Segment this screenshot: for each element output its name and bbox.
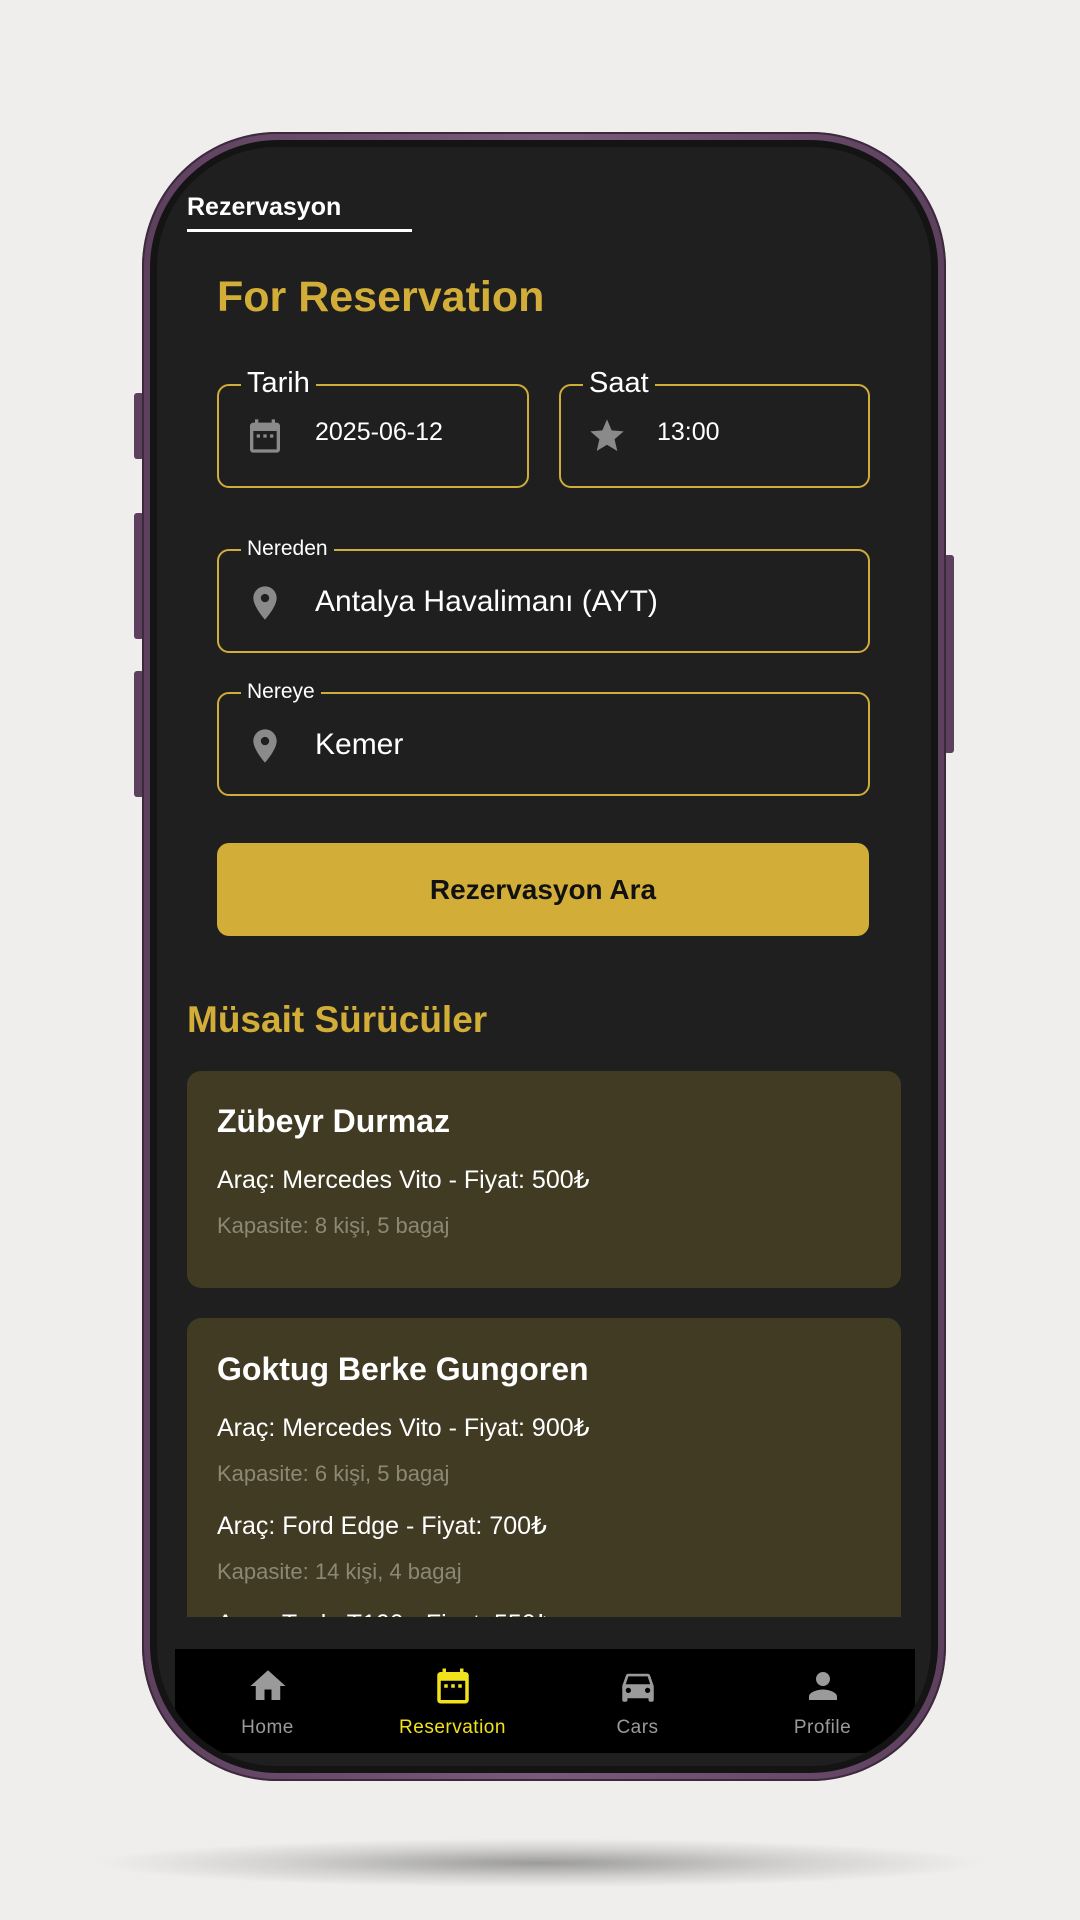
location-pin-icon	[253, 586, 277, 620]
drivers-list[interactable]: Zübeyr Durmaz Araç: Mercedes Vito - Fiya…	[187, 1071, 901, 1617]
search-reservation-button[interactable]: Rezervasyon Ara	[217, 843, 869, 936]
tab-rezervasyon[interactable]: Rezervasyon	[187, 193, 341, 222]
vehicle-line: Araç: Tesla T100 - Fiyat: 550₺	[217, 1609, 552, 1617]
time-field-value: 13:00	[657, 418, 720, 446]
date-field-label: Tarih	[241, 366, 316, 400]
nav-cars-label: Cars	[616, 1717, 659, 1738]
vehicle-capacity: Kapasite: 8 kişi, 5 bagaj	[217, 1213, 450, 1238]
home-icon	[250, 1670, 285, 1700]
date-field[interactable]: Tarih 2025-06-12	[217, 366, 529, 488]
to-field-label: Nereye	[241, 679, 321, 705]
bottom-navigation: Home Reservation Cars Profile	[175, 1649, 915, 1753]
nav-profile-label: Profile	[793, 1717, 852, 1738]
calendar-icon	[436, 1668, 469, 1704]
person-icon	[808, 1672, 837, 1700]
nav-reservation-label: Reservation	[399, 1717, 506, 1738]
location-pin-icon	[253, 729, 277, 763]
car-icon	[621, 1673, 654, 1702]
device-shadow	[90, 1838, 990, 1888]
page-title: For Reservation	[217, 273, 545, 321]
nav-cars[interactable]: Cars	[545, 1649, 730, 1753]
time-field[interactable]: Saat 13:00	[559, 366, 870, 488]
driver-name: Goktug Berke Gungoren	[217, 1351, 589, 1387]
vehicle-line: Araç: Mercedes Vito - Fiyat: 900₺	[217, 1414, 590, 1442]
from-field-label: Nereden	[241, 536, 334, 562]
star-icon	[590, 419, 624, 451]
nav-profile[interactable]: Profile	[730, 1649, 915, 1753]
phone-screen: Rezervasyon For Reservation Tarih 2025-0…	[157, 147, 931, 1766]
vehicle-line: Araç: Mercedes Vito - Fiyat: 500₺	[217, 1166, 590, 1194]
driver-card[interactable]: Goktug Berke Gungoren Araç: Mercedes Vit…	[187, 1318, 901, 1617]
nav-home[interactable]: Home	[175, 1649, 360, 1753]
to-field-value: Kemer	[315, 728, 404, 761]
vehicle-line: Araç: Ford Edge - Fiyat: 700₺	[217, 1512, 547, 1540]
driver-name: Zübeyr Durmaz	[217, 1103, 450, 1139]
vehicle-capacity: Kapasite: 14 kişi, 4 bagaj	[217, 1559, 462, 1584]
driver-card[interactable]: Zübeyr Durmaz Araç: Mercedes Vito - Fiya…	[187, 1071, 901, 1288]
available-drivers-title: Müsait Sürücüler	[187, 999, 488, 1040]
nav-reservation[interactable]: Reservation	[360, 1649, 545, 1753]
calendar-icon	[250, 419, 280, 453]
nav-home-label: Home	[241, 1717, 294, 1738]
date-field-value: 2025-06-12	[315, 418, 443, 446]
tab-indicator	[187, 229, 412, 232]
vehicle-capacity: Kapasite: 6 kişi, 5 bagaj	[217, 1461, 450, 1486]
from-field-value: Antalya Havalimanı (AYT)	[315, 585, 658, 618]
to-field[interactable]: Nereye Kemer	[217, 679, 870, 796]
time-field-label: Saat	[583, 366, 655, 400]
from-field[interactable]: Nereden Antalya Havalimanı (AYT)	[217, 536, 870, 653]
